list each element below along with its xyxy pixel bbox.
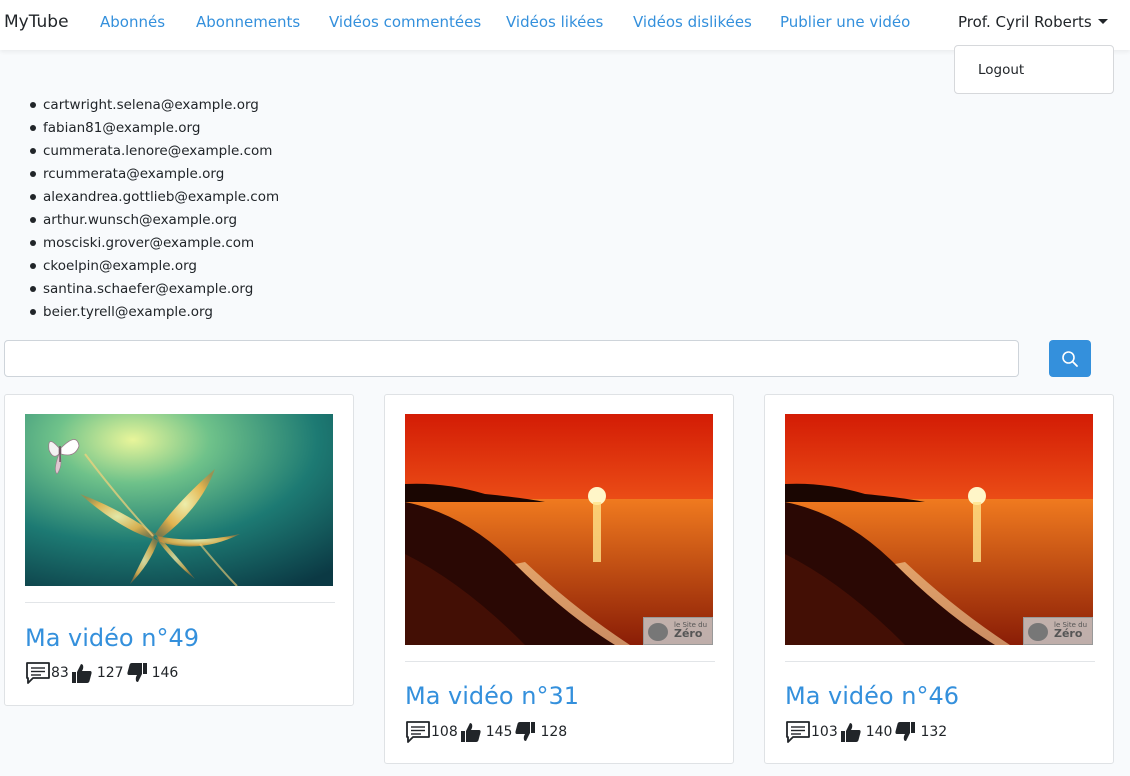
nav-link-abonnements[interactable]: Abonnements — [196, 13, 300, 31]
nav-link-videos-dislikees[interactable]: Vidéos dislikées — [633, 13, 752, 31]
dislike-count: 128 — [540, 724, 568, 740]
search-button[interactable] — [1049, 340, 1091, 377]
thumbs-down-icon[interactable] — [514, 721, 536, 743]
video-title-link[interactable]: Ma vidéo n°31 — [405, 682, 579, 710]
video-card: Ma vidéo n°49 83 127 146 — [4, 394, 354, 706]
site-watermark: le Site du Zéro — [1023, 617, 1093, 645]
comment-count: 108 — [431, 724, 458, 740]
card-divider — [405, 661, 715, 662]
video-card: le Site du Zéro Ma vidéo n°46 103 140 13… — [764, 394, 1114, 764]
email-item: mosciski.grover@example.com — [28, 234, 279, 257]
video-thumbnail[interactable]: le Site du Zéro — [405, 414, 713, 645]
email-item: rcummerata@example.org — [28, 165, 279, 188]
watermark-logo-icon — [648, 623, 668, 641]
email-item: fabian81@example.org — [28, 119, 279, 142]
video-thumbnail[interactable]: le Site du Zéro — [785, 414, 1093, 645]
email-item: alexandrea.gottlieb@example.com — [28, 188, 279, 211]
sunset-thumbnail-image — [405, 414, 713, 645]
card-divider — [25, 602, 335, 603]
nav-link-publier-video[interactable]: Publier une vidéo — [780, 13, 910, 31]
email-item: cummerata.lenore@example.com — [28, 142, 279, 165]
comment-icon — [406, 721, 430, 743]
caret-down-icon — [1097, 19, 1108, 24]
nav-link-abonnes[interactable]: Abonnés — [100, 13, 165, 31]
comment-count: 83 — [51, 665, 69, 681]
user-dropdown-menu: Logout — [954, 45, 1114, 94]
watermark-logo-icon — [1028, 623, 1048, 641]
watermark-line2: Zéro — [1054, 627, 1083, 640]
video-thumbnail[interactable] — [25, 414, 333, 586]
video-title-link[interactable]: Ma vidéo n°46 — [785, 682, 959, 710]
email-list: cartwright.selena@example.org fabian81@e… — [28, 96, 279, 326]
video-stats: 83 127 146 — [25, 661, 180, 685]
comment-icon — [26, 662, 50, 684]
thumbs-down-icon[interactable] — [894, 721, 916, 743]
user-menu-toggle[interactable]: Prof. Cyril Roberts — [958, 13, 1108, 31]
video-card: le Site du Zéro Ma vidéo n°31 108 145 12… — [384, 394, 734, 764]
like-count: 145 — [485, 724, 513, 740]
comment-icon — [786, 721, 810, 743]
nav-link-videos-likees[interactable]: Vidéos likées — [506, 13, 603, 31]
search-icon — [1062, 350, 1078, 367]
user-name: Prof. Cyril Roberts — [958, 13, 1092, 31]
logout-link[interactable]: Logout — [978, 62, 1024, 78]
email-item: santina.schaefer@example.org — [28, 280, 279, 303]
video-stats: 103 140 132 — [785, 720, 949, 744]
watermark-line2: Zéro — [674, 627, 703, 640]
like-count: 140 — [865, 724, 893, 740]
sunset-thumbnail-image — [785, 414, 1093, 645]
video-title-link[interactable]: Ma vidéo n°49 — [25, 624, 199, 652]
comment-count: 103 — [811, 724, 838, 740]
dislike-count: 132 — [920, 724, 948, 740]
flower-thumbnail-image — [25, 414, 333, 586]
video-stats: 108 145 128 — [405, 720, 569, 744]
email-item: ckoelpin@example.org — [28, 257, 279, 280]
thumbs-up-icon[interactable] — [71, 662, 93, 684]
thumbs-up-icon[interactable] — [460, 721, 482, 743]
card-divider — [785, 661, 1095, 662]
like-count: 127 — [96, 665, 124, 681]
thumbs-down-icon[interactable] — [126, 662, 148, 684]
dislike-count: 146 — [151, 665, 179, 681]
nav-link-videos-commentees[interactable]: Vidéos commentées — [329, 13, 481, 31]
brand-logo[interactable]: MyTube — [4, 12, 69, 32]
navbar: MyTube Abonnés Abonnements Vidéos commen… — [0, 0, 1130, 50]
email-item: cartwright.selena@example.org — [28, 96, 279, 119]
thumbs-up-icon[interactable] — [840, 721, 862, 743]
search-input[interactable] — [4, 340, 1019, 377]
site-watermark: le Site du Zéro — [643, 617, 713, 645]
email-item: arthur.wunsch@example.org — [28, 211, 279, 234]
email-item: beier.tyrell@example.org — [28, 303, 279, 326]
